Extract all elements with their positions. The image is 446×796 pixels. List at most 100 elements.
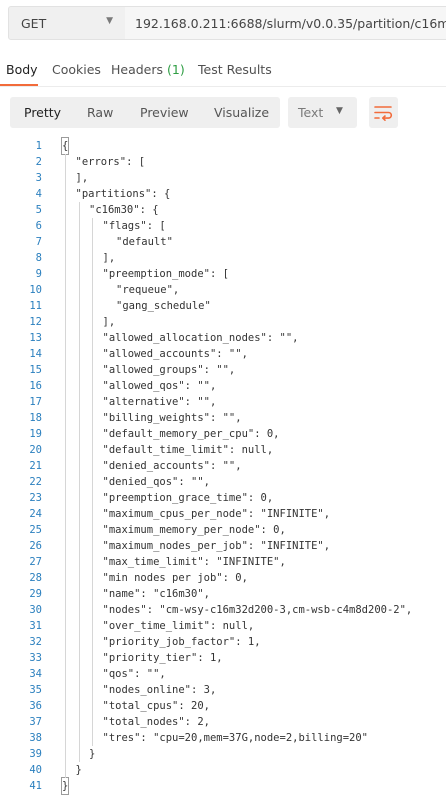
line-number: 25	[29, 524, 42, 536]
code-line: 6 "flags": [	[0, 218, 446, 234]
code-line: 37 "total_nodes": 2,	[0, 714, 446, 730]
line-number: 5	[35, 204, 42, 216]
raw-button[interactable]: Raw	[87, 105, 113, 120]
code-line: 21 "denied_accounts": "",	[0, 458, 446, 474]
code-text: "allowed_qos": "",	[102, 380, 217, 392]
code-text: "nodes_online": 3,	[102, 684, 217, 696]
view-mode-group: Pretty Raw Preview Visualize	[10, 97, 280, 128]
code-text: "total_cpus": 20,	[102, 700, 210, 712]
indent-guide	[92, 218, 93, 746]
line-number: 10	[29, 284, 42, 296]
code-text: "maximum_memory_per_node": 0,	[102, 524, 286, 536]
line-number: 19	[29, 428, 42, 440]
pretty-button[interactable]: Pretty	[24, 105, 61, 120]
code-text: "default_time_limit": null,	[102, 444, 274, 456]
code-text: "tres": "cpu=20,mem=37G,node=2,billing=2…	[102, 732, 369, 744]
code-line: 34 "qos": "",	[0, 666, 446, 682]
code-text: "gang_schedule"	[116, 300, 211, 312]
tab-headers[interactable]: Headers (1)	[111, 62, 185, 77]
tabs-divider	[0, 86, 446, 87]
visualize-button[interactable]: Visualize	[214, 105, 269, 120]
code-text: "allowed_allocation_nodes": "",	[102, 332, 299, 344]
code-text: ],	[102, 316, 116, 328]
line-number: 6	[35, 220, 42, 232]
code-line: 22 "denied_qos": "",	[0, 474, 446, 490]
line-number: 31	[29, 620, 42, 632]
code-line: 29 "name": "c16m30",	[0, 586, 446, 602]
format-select[interactable]: Text ▼	[288, 97, 357, 128]
line-number: 9	[35, 268, 42, 280]
indent-guide	[65, 154, 66, 778]
headers-count-badge: (1)	[167, 62, 185, 77]
code-line: 26 "maximum_nodes_per_job": "INFINITE",	[0, 538, 446, 554]
url-input[interactable]: 192.168.0.211:6688/slurm/v0.0.35/partiti…	[125, 6, 446, 40]
code-line: 9 "preemption_mode": [	[0, 266, 446, 282]
code-line: 36 "total_cpus": 20,	[0, 698, 446, 714]
line-number: 40	[29, 764, 42, 776]
code-line: 14 "allowed_accounts": "",	[0, 346, 446, 362]
line-number: 39	[29, 748, 42, 760]
line-number: 4	[35, 188, 42, 200]
code-line: 23 "preemption_grace_time": 0,	[0, 490, 446, 506]
code-line: 1{	[0, 137, 446, 155]
method-label: GET	[21, 16, 47, 31]
code-line: 16 "allowed_qos": "",	[0, 378, 446, 394]
code-text: "over_time_limit": null,	[102, 620, 255, 632]
line-number: 2	[35, 156, 42, 168]
code-line: 32 "priority_job_factor": 1,	[0, 634, 446, 650]
code-text: "preemption_grace_time": 0,	[102, 492, 274, 504]
method-select[interactable]: GET ▼	[8, 6, 126, 40]
code-text: }	[89, 748, 96, 760]
line-number: 22	[29, 476, 42, 488]
tab-test-results[interactable]: Test Results	[198, 62, 272, 77]
code-text: "min nodes per job": 0,	[102, 572, 248, 584]
request-bar: GET ▼ 192.168.0.211:6688/slurm/v0.0.35/p…	[0, 0, 446, 46]
code-text: "allowed_accounts": "",	[102, 348, 248, 360]
code-line: 25 "maximum_memory_per_node": 0,	[0, 522, 446, 538]
code-line: 4 "partitions": {	[0, 186, 446, 202]
code-text: }	[75, 764, 82, 776]
code-line: 28 "min nodes per job": 0,	[0, 570, 446, 586]
code-line: 24 "maximum_cpus_per_node": "INFINITE",	[0, 506, 446, 522]
response-tabs: Body Cookies Headers (1) Test Results	[0, 56, 446, 86]
code-text: "flags": [	[102, 220, 166, 232]
line-number: 28	[29, 572, 42, 584]
code-line: 31 "over_time_limit": null,	[0, 618, 446, 634]
line-number: 14	[29, 348, 42, 360]
tab-cookies[interactable]: Cookies	[52, 62, 101, 77]
code-line: 38 "tres": "cpu=20,mem=37G,node=2,billing…	[0, 730, 446, 746]
tab-body[interactable]: Body	[6, 62, 38, 77]
code-line: 35 "nodes_online": 3,	[0, 682, 446, 698]
code-text: ],	[75, 172, 89, 184]
code-text: "max_time_limit": "INFINITE",	[102, 556, 286, 568]
code-line: 39}	[0, 746, 446, 762]
wrap-lines-button[interactable]	[369, 97, 398, 128]
code-text: "c16m30": {	[89, 204, 159, 216]
code-line: 11 "gang_schedule"	[0, 298, 446, 314]
code-line: 8],	[0, 250, 446, 266]
line-number: 18	[29, 412, 42, 424]
indent-guide	[79, 202, 80, 762]
line-number: 30	[29, 604, 42, 616]
line-number: 24	[29, 508, 42, 520]
line-number: 27	[29, 556, 42, 568]
code-text: "denied_accounts": "",	[102, 460, 242, 472]
code-line: 12],	[0, 314, 446, 330]
line-number: 12	[29, 316, 42, 328]
code-text: "default"	[116, 236, 173, 248]
line-number: 35	[29, 684, 42, 696]
code-text: "partitions": {	[75, 188, 171, 200]
line-number: 21	[29, 460, 42, 472]
code-line: 2 "errors": [	[0, 154, 446, 170]
line-number: 13	[29, 332, 42, 344]
wrap-lines-icon	[374, 106, 393, 122]
code-text: "priority_tier": 1,	[102, 652, 223, 664]
line-number: 3	[35, 172, 42, 184]
code-line: 40}	[0, 762, 446, 778]
code-text: {	[60, 137, 70, 155]
code-line: 18 "billing_weights": "",	[0, 410, 446, 426]
code-text: "default_memory_per_cpu": 0,	[102, 428, 280, 440]
code-line: 33 "priority_tier": 1,	[0, 650, 446, 666]
preview-button[interactable]: Preview	[140, 105, 189, 120]
code-text: ],	[102, 252, 116, 264]
